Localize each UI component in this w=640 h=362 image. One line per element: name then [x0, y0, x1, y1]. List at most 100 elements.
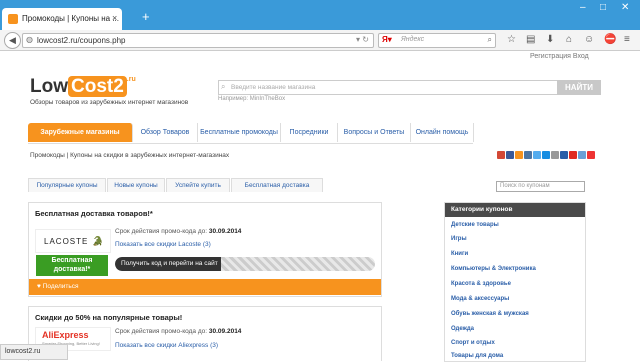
nav-foreign-stores[interactable]: Зарубежные магазины — [28, 123, 133, 142]
expiry-date: 30.09.2014 — [208, 228, 242, 235]
category-item[interactable]: Обувь женская & мужская — [451, 311, 529, 317]
browser-tab[interactable]: Промокоды | Купоны на ... × — [2, 8, 122, 30]
tab-last-chance[interactable]: Успейте купить — [166, 178, 230, 192]
social-share-icons — [497, 151, 596, 161]
mail-icon[interactable] — [542, 151, 550, 159]
globe-icon: ◍ — [26, 35, 33, 44]
get-code-button[interactable]: Получить код и перейти на сайт — [115, 257, 375, 271]
site-favicon-icon — [8, 14, 18, 24]
close-window-button[interactable]: ✕ — [621, 2, 629, 13]
category-item[interactable]: Компьютеры & Электроника — [451, 266, 536, 272]
category-item[interactable]: Спорт и отдых — [451, 340, 495, 346]
store-search-input[interactable]: ⌕ Введите название магазина — [218, 80, 558, 95]
search-icon[interactable]: ⌕ — [488, 35, 492, 45]
category-item[interactable]: Красота & здоровье — [451, 281, 511, 287]
back-button[interactable]: ◀ — [4, 32, 21, 49]
share-text: Поделиться — [42, 283, 79, 290]
facebook-icon[interactable] — [506, 151, 514, 159]
share-label: ♥ Поделиться — [37, 283, 79, 290]
pinterest-icon[interactable] — [587, 151, 595, 159]
crocodile-icon: 🐊 — [92, 236, 104, 246]
aliexpress-logo-text: AliExpress — [42, 330, 89, 340]
vk-icon[interactable] — [524, 151, 532, 159]
show-all-lacoste-link[interactable]: Показать все скидки Lacoste (3) — [115, 241, 211, 248]
browser-search-box[interactable]: Я▾ Яндекс ⌕ — [378, 33, 496, 48]
bookmarks-icon[interactable]: ▤ — [526, 34, 535, 45]
nav-online-help[interactable]: Онлайн помощь — [411, 123, 474, 142]
expiry-date: 30.09.2014 — [208, 328, 242, 335]
site-tagline: Обзоры товаров из зарубежных интернет ма… — [30, 99, 189, 106]
categories-header: Категории купонов — [445, 203, 585, 217]
browser-search-placeholder: Яндекс — [401, 36, 425, 43]
coupon-title: Бесплатная доставка товаров!* — [35, 209, 153, 218]
yandex-icon: Я▾ — [382, 35, 392, 44]
nav-product-reviews[interactable]: Обзор Товаров — [133, 123, 198, 142]
google-plus-icon[interactable] — [497, 151, 505, 159]
category-item[interactable]: Мода & аксессуары — [451, 296, 509, 302]
logo-low-text: Low — [30, 76, 68, 97]
free-shipping-badge: Бесплатная доставка!* — [36, 255, 108, 276]
close-tab-icon[interactable]: × — [112, 13, 117, 23]
breadcrumb: Промокоды | Купоны на скидки в зарубежны… — [30, 152, 230, 159]
category-item[interactable]: Товары для дома — [451, 353, 503, 359]
twitter-icon[interactable] — [533, 151, 541, 159]
main-nav: Зарубежные магазины Обзор Товаров Беспла… — [28, 123, 474, 144]
expiry-label: Срок действия промо-кода до: — [115, 228, 208, 235]
category-item[interactable]: Игры — [451, 236, 467, 242]
addon-icon[interactable]: ☺ — [584, 34, 594, 45]
coupon-search-input[interactable]: Поиск по купонам — [496, 181, 585, 192]
browser-nav-bar: ◀ ◍ lowcost2.ru/coupons.php ▾ ↻ Я▾ Яндек… — [0, 30, 640, 51]
coupon-card: Бесплатная доставка товаров!* LACOSTE 🐊 … — [28, 202, 382, 297]
status-bar: lowcost2.ru — [0, 344, 68, 360]
maximize-button[interactable]: □ — [600, 2, 606, 13]
nav-intermediaries[interactable]: Посредники — [281, 123, 338, 142]
home-icon[interactable]: ⌂ — [566, 34, 572, 45]
share-bar[interactable]: ♥ Поделиться — [29, 279, 381, 295]
search-example: Например: MinInTheBox — [218, 96, 286, 102]
badge-line1: Бесплатная — [51, 257, 93, 264]
linkedin-icon[interactable] — [578, 151, 586, 159]
adblock-icon[interactable]: ⛔ — [604, 34, 616, 45]
logo-cost2-text: Cost2 — [68, 76, 127, 97]
bookmark-star-icon[interactable]: ☆ — [507, 34, 516, 45]
reload-icon[interactable]: ▾ ↻ — [356, 35, 369, 44]
menu-icon[interactable]: ≡ — [624, 34, 630, 45]
coupon-card: Скидки до 50% на популярные товары! AliE… — [28, 306, 382, 361]
nav-free-promocodes[interactable]: Бесплатные промокоды — [198, 123, 281, 142]
store-search-placeholder: Введите название магазина — [231, 84, 316, 91]
lacoste-logo[interactable]: LACOSTE 🐊 — [35, 229, 111, 253]
browser-tab-bar: Промокоды | Купоны на ... × + – □ ✕ — [0, 0, 640, 30]
auth-links[interactable]: Регистрация Вход — [530, 53, 589, 60]
tab-popular-coupons[interactable]: Популярные купоны — [28, 178, 106, 192]
lacoste-logo-text: LACOSTE — [44, 237, 89, 246]
coupon-title: Скидки до 50% на популярные товары! — [35, 313, 183, 322]
site-logo[interactable]: Low Cost2 .ru — [30, 76, 136, 98]
expiry-label: Срок действия промо-кода до: — [115, 328, 208, 335]
tab-title: Промокоды | Купоны на ... — [22, 14, 119, 23]
odnoklassniki-icon[interactable] — [515, 151, 523, 159]
new-tab-button[interactable]: + — [142, 10, 150, 23]
coupon-categories-sidebar: Категории купонов Детские товары Игры Кн… — [444, 202, 586, 362]
coupon-tabs: Популярные купоны Новые купоны Успейте к… — [28, 178, 328, 192]
category-item[interactable]: Книги — [451, 251, 468, 257]
coupon-expiry: Срок действия промо-кода до: 30.09.2014 — [115, 328, 241, 335]
search-icon: ⌕ — [221, 82, 226, 91]
minimize-button[interactable]: – — [580, 2, 586, 13]
livejournal-icon[interactable] — [551, 151, 559, 159]
show-all-aliexpress-link[interactable]: Показать все скидки Aliexpress (3) — [115, 342, 218, 349]
search-button[interactable]: НАЙТИ — [557, 80, 601, 95]
address-bar-url: lowcost2.ru/coupons.php — [37, 36, 126, 45]
download-icon[interactable]: ⬇ — [546, 34, 554, 45]
get-code-label: Получить код и перейти на сайт — [115, 257, 221, 271]
category-item[interactable]: Одежда — [451, 326, 474, 332]
category-item[interactable]: Детские товары — [451, 222, 499, 228]
address-bar[interactable]: ◍ lowcost2.ru/coupons.php ▾ ↻ — [22, 33, 374, 48]
share-icon[interactable] — [560, 151, 568, 159]
coupon-expiry: Срок действия промо-кода до: 30.09.2014 — [115, 228, 241, 235]
nav-faq[interactable]: Вопросы и Ответы — [338, 123, 411, 142]
yandex-share-icon[interactable] — [569, 151, 577, 159]
tab-free-shipping[interactable]: Бесплатная доставка — [231, 178, 323, 192]
badge-line2: доставка!* — [53, 266, 91, 273]
logo-ru-text: .ru — [126, 76, 136, 83]
tab-new-coupons[interactable]: Новые купоны — [107, 178, 165, 192]
